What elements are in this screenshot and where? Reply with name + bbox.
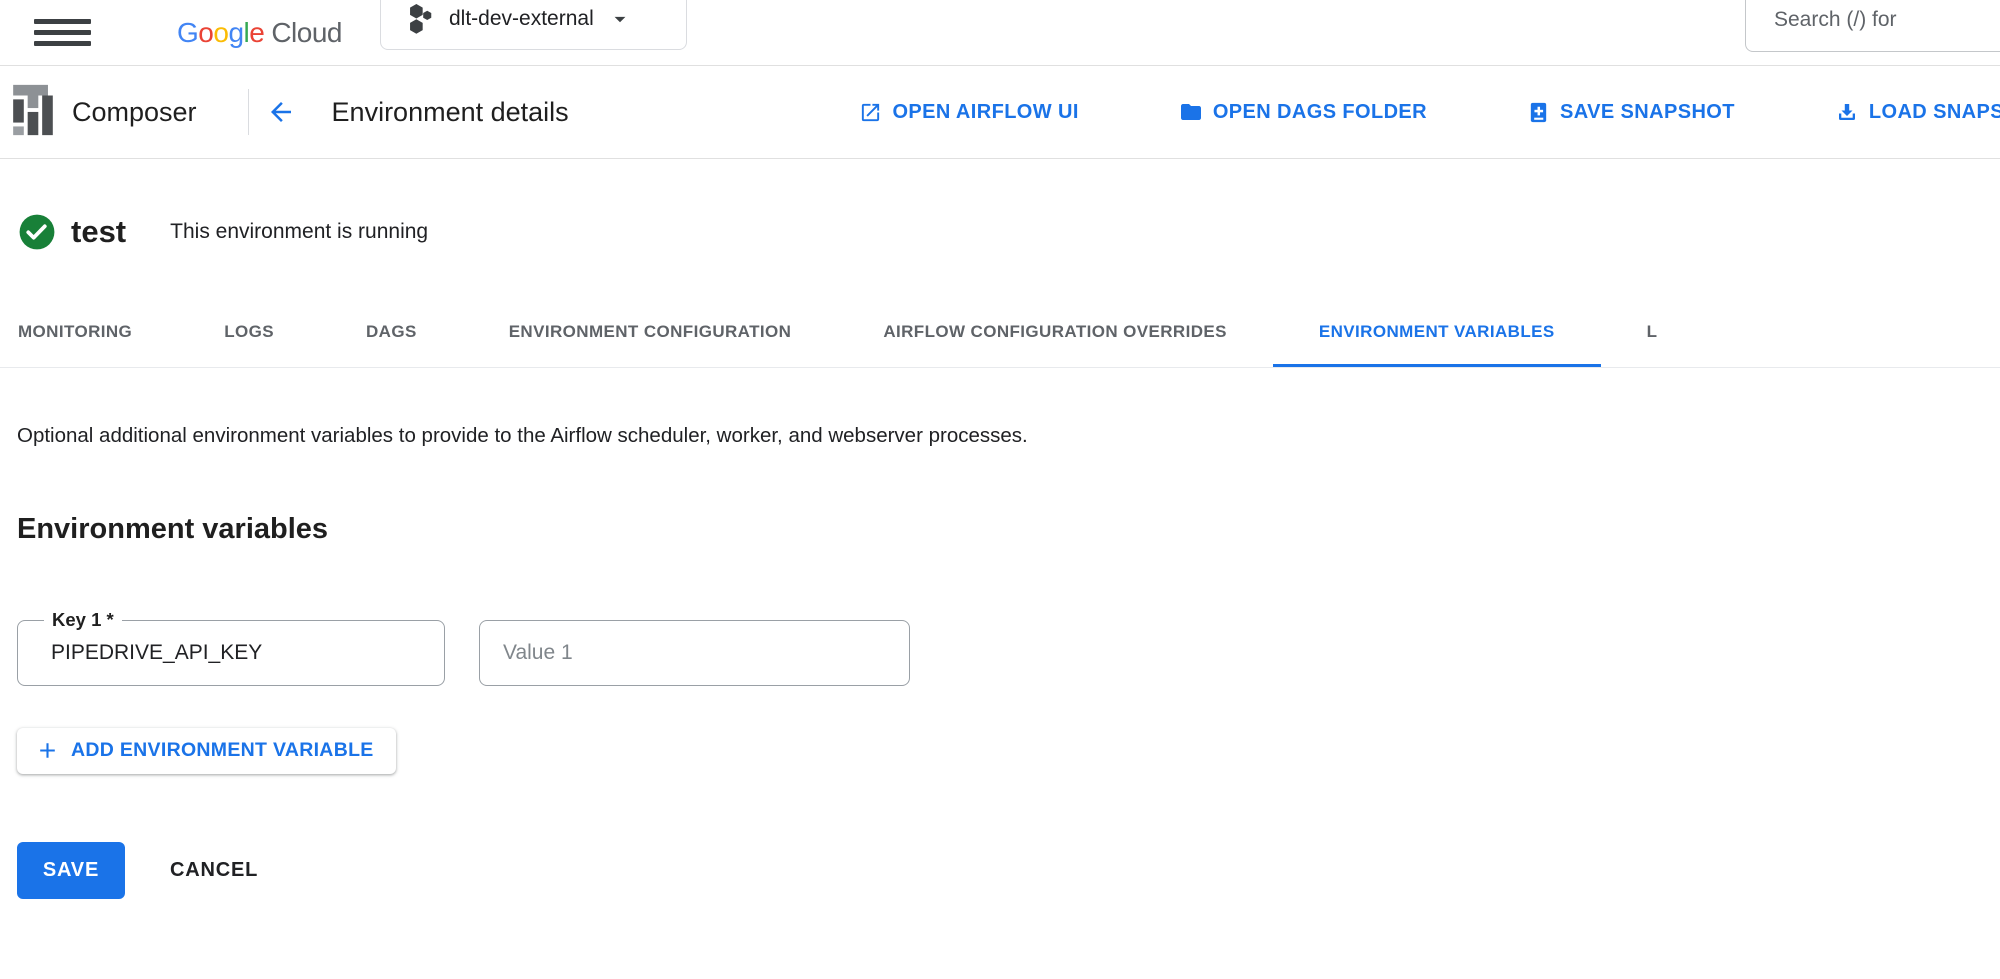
- product-header: Composer Environment details OPEN AIRFLO…: [0, 66, 2000, 159]
- key-field-label: Key 1 *: [44, 609, 122, 631]
- google-cloud-logo: GoogleCloud: [177, 17, 342, 49]
- logo-letter: e: [249, 17, 264, 48]
- section-title: Environment variables: [17, 513, 2000, 546]
- environment-name: test: [71, 214, 126, 250]
- action-label: OPEN DAGS FOLDER: [1213, 101, 1427, 124]
- project-name: dlt-dev-external: [449, 7, 594, 31]
- tab-monitoring[interactable]: MONITORING: [0, 297, 178, 367]
- project-hexagons-icon: [407, 4, 434, 34]
- product-title: Composer: [72, 97, 197, 128]
- hamburger-menu-icon[interactable]: [34, 19, 91, 46]
- cancel-button[interactable]: CANCEL: [170, 859, 258, 882]
- environment-status-message: This environment is running: [170, 220, 428, 244]
- composer-logo-icon: [7, 81, 58, 144]
- tab-environment-variables[interactable]: ENVIRONMENT VARIABLES: [1273, 297, 1601, 367]
- logo-letter: o: [198, 17, 213, 48]
- action-label: OPEN AIRFLOW UI: [892, 101, 1078, 124]
- tab-environment-configuration[interactable]: ENVIRONMENT CONFIGURATION: [463, 297, 838, 367]
- vertical-divider: [248, 89, 249, 135]
- save-snapshot-button[interactable]: SAVE SNAPSHOT: [1527, 101, 1735, 124]
- tab-logs[interactable]: LOGS: [178, 297, 320, 367]
- action-label: LOAD SNAPS: [1869, 101, 2000, 124]
- caret-down-icon: [607, 6, 633, 32]
- search-bar: [1745, 0, 2000, 52]
- save-snapshot-icon: [1527, 101, 1550, 124]
- tab-airflow-configuration-overrides[interactable]: AIRFLOW CONFIGURATION OVERRIDES: [837, 297, 1273, 367]
- header-actions: OPEN AIRFLOW UI OPEN DAGS FOLDER SAVE SN…: [859, 66, 2000, 158]
- open-airflow-ui-button[interactable]: OPEN AIRFLOW UI: [859, 101, 1078, 124]
- add-environment-variable-button[interactable]: ADD ENVIRONMENT VARIABLE: [17, 728, 396, 774]
- key-field-wrapper: Key 1 *: [17, 620, 445, 686]
- value-field-wrapper: [479, 620, 910, 686]
- form-action-row: SAVE CANCEL: [17, 842, 2000, 899]
- folder-icon: [1179, 100, 1203, 124]
- page-title: Environment details: [332, 97, 569, 128]
- load-snapshot-button[interactable]: LOAD SNAPS: [1835, 100, 2000, 124]
- back-arrow-icon[interactable]: [266, 97, 296, 127]
- green-check-circle-icon: [18, 213, 56, 251]
- save-button[interactable]: SAVE: [17, 842, 125, 899]
- action-label: SAVE SNAPSHOT: [1560, 101, 1735, 124]
- environment-status-row: test This environment is running: [0, 213, 2000, 251]
- key-input[interactable]: [18, 641, 444, 665]
- logo-letter: G: [177, 17, 198, 48]
- tab-labels-truncated[interactable]: L: [1601, 297, 1704, 367]
- tab-dags[interactable]: DAGS: [320, 297, 463, 367]
- section-description: Optional additional environment variable…: [17, 417, 1047, 455]
- open-in-new-icon: [859, 101, 882, 124]
- add-button-label: ADD ENVIRONMENT VARIABLE: [71, 739, 374, 762]
- variable-form-row: Key 1 *: [17, 620, 2000, 686]
- tab-content: Optional additional environment variable…: [0, 417, 2000, 899]
- tab-bar: MONITORING LOGS DAGS ENVIRONMENT CONFIGU…: [0, 297, 2000, 368]
- page: GoogleCloud dlt-dev-external: [0, 0, 2000, 979]
- logo-cloud-text: Cloud: [271, 17, 342, 48]
- search-input[interactable]: [1746, 8, 1996, 32]
- open-dags-folder-button[interactable]: OPEN DAGS FOLDER: [1179, 100, 1427, 124]
- top-bar: GoogleCloud dlt-dev-external: [0, 0, 2000, 66]
- value-input[interactable]: [480, 641, 909, 665]
- logo-letter: g: [228, 17, 243, 48]
- logo-letter: o: [213, 17, 228, 48]
- project-selector[interactable]: dlt-dev-external: [380, 0, 687, 50]
- download-icon: [1835, 100, 1859, 124]
- plus-icon: [35, 738, 60, 763]
